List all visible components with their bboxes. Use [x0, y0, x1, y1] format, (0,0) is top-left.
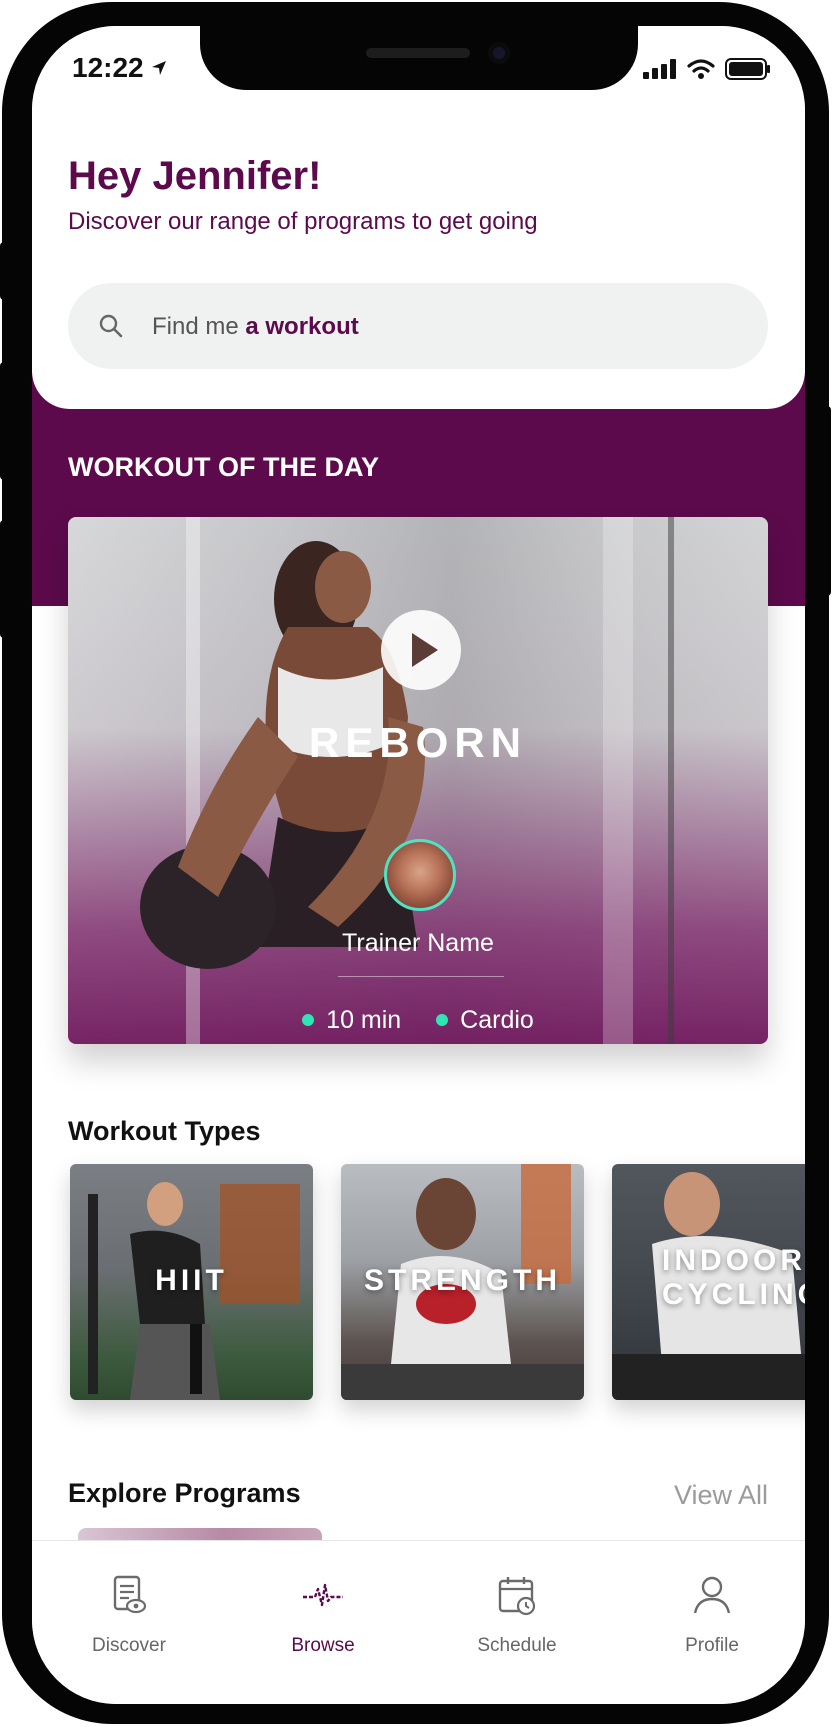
athlete-image — [140, 541, 425, 969]
tab-discover-label: Discover — [92, 1635, 166, 1656]
app-screen: Hey Jennifer! Discover our range of prog… — [32, 26, 805, 1704]
tab-schedule[interactable]: Schedule — [437, 1541, 597, 1661]
workout-type-label-indoor-cycling: INDOOR CYCLING — [662, 1244, 805, 1312]
tab-profile[interactable]: Profile — [632, 1541, 792, 1661]
search-placeholder: Find me a workout — [152, 313, 359, 341]
speaker-grille — [366, 48, 470, 58]
status-time: 12:22 — [72, 52, 144, 83]
front-camera — [488, 42, 510, 64]
tab-discover[interactable]: Discover — [49, 1541, 209, 1661]
search-input[interactable]: Find me a workout — [68, 283, 768, 369]
tab-bar: Discover Browse Schedule Profile — [32, 1540, 805, 1704]
duration-label: 10 min — [326, 1005, 402, 1034]
card-divider — [338, 976, 504, 977]
volume-up-button — [0, 362, 8, 480]
workout-types-title: Workout Types — [68, 1116, 261, 1146]
mute-switch — [0, 242, 8, 300]
search-placeholder-prefix: Find me — [152, 313, 246, 340]
category-dot-icon — [436, 1014, 449, 1026]
workout-type-card-indoor-cycling[interactable]: INDOOR CYCLING — [612, 1164, 805, 1400]
discover-icon — [113, 1575, 147, 1614]
workout-type-label-strength: STRENGTH — [364, 1264, 561, 1297]
device-notch — [200, 26, 638, 90]
status-icons — [643, 58, 771, 85]
workout-type-label-hiit: HIIT — [155, 1264, 228, 1297]
trainer-name: Trainer Name — [342, 929, 494, 957]
duration-item: 10 min — [302, 1006, 401, 1035]
duration-dot-icon — [302, 1014, 315, 1026]
wifi-icon — [687, 58, 715, 85]
play-button[interactable] — [381, 610, 461, 690]
tab-browse[interactable]: Browse — [243, 1541, 403, 1661]
location-arrow-icon — [150, 59, 168, 82]
tab-browse-label: Browse — [291, 1635, 355, 1656]
category-item: Cardio — [436, 1006, 534, 1035]
wall-stripe — [603, 517, 633, 1044]
calendar-icon — [498, 1577, 536, 1616]
wall-stripe — [668, 517, 674, 1044]
phone-frame: Hey Jennifer! Discover our range of prog… — [0, 2, 831, 1724]
workout-of-day-title: WORKOUT OF THE DAY — [68, 452, 380, 482]
search-placeholder-emphasis: a workout — [245, 313, 359, 340]
workout-meta: 10 min Cardio — [68, 1004, 768, 1035]
view-all-link[interactable]: View All — [674, 1480, 768, 1511]
tab-schedule-label: Schedule — [477, 1635, 557, 1656]
greeting-subtitle: Discover our range of programs to get go… — [68, 208, 538, 235]
signal-icon — [643, 59, 677, 84]
category-label: Cardio — [460, 1005, 534, 1034]
workout-type-card-strength[interactable]: STRENGTH — [341, 1164, 584, 1400]
greeting-title: Hey Jennifer! — [68, 154, 322, 198]
trainer-avatar[interactable] — [384, 839, 456, 911]
indoor-cycling-line1: INDOOR — [662, 1244, 805, 1277]
battery-icon — [725, 58, 771, 85]
indoor-cycling-line2: CYCLING — [662, 1278, 805, 1311]
volume-down-button — [0, 520, 8, 638]
workout-type-card-hiit[interactable]: HIIT — [70, 1164, 313, 1400]
workout-of-day-card[interactable]: REBORN Trainer Name 10 min Cardio — [68, 517, 768, 1044]
pulse-icon — [303, 1583, 343, 1607]
power-button — [823, 406, 831, 596]
workout-name: REBORN — [308, 719, 527, 766]
explore-programs-title: Explore Programs — [68, 1478, 301, 1508]
search-icon — [98, 313, 124, 344]
profile-icon — [693, 1576, 731, 1614]
tab-profile-label: Profile — [685, 1635, 739, 1656]
